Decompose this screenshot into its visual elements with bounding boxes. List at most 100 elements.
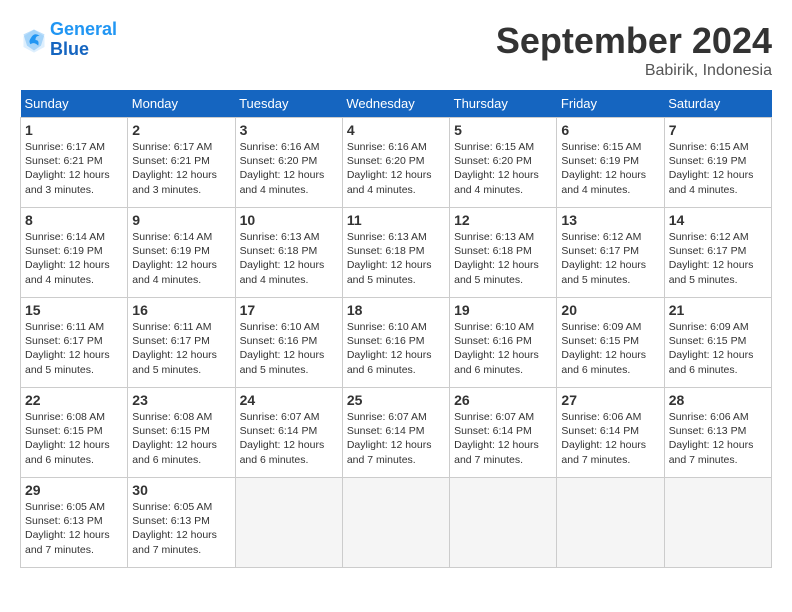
table-row: 16 Sunrise: 6:11 AM Sunset: 6:17 PM Dayl… [128, 298, 235, 388]
day-detail: Sunrise: 6:17 AM Sunset: 6:21 PM Dayligh… [132, 140, 230, 197]
day-detail: Sunrise: 6:16 AM Sunset: 6:20 PM Dayligh… [347, 140, 445, 197]
day-detail: Sunrise: 6:16 AM Sunset: 6:20 PM Dayligh… [240, 140, 338, 197]
day-number: 30 [132, 482, 230, 498]
day-number: 28 [669, 392, 767, 408]
day-detail: Sunrise: 6:07 AM Sunset: 6:14 PM Dayligh… [240, 410, 338, 467]
day-number: 5 [454, 122, 552, 138]
calendar-header-row: Sunday Monday Tuesday Wednesday Thursday… [21, 90, 772, 118]
day-detail: Sunrise: 6:07 AM Sunset: 6:14 PM Dayligh… [347, 410, 445, 467]
col-wednesday: Wednesday [342, 90, 449, 118]
month-title: September 2024 [496, 20, 772, 62]
day-number: 21 [669, 302, 767, 318]
day-detail: Sunrise: 6:06 AM Sunset: 6:14 PM Dayligh… [561, 410, 659, 467]
day-detail: Sunrise: 6:11 AM Sunset: 6:17 PM Dayligh… [132, 320, 230, 377]
day-number: 20 [561, 302, 659, 318]
table-row: 9 Sunrise: 6:14 AM Sunset: 6:19 PM Dayli… [128, 208, 235, 298]
day-detail: Sunrise: 6:17 AM Sunset: 6:21 PM Dayligh… [25, 140, 123, 197]
table-row [342, 478, 449, 568]
day-number: 3 [240, 122, 338, 138]
day-number: 11 [347, 212, 445, 228]
day-detail: Sunrise: 6:12 AM Sunset: 6:17 PM Dayligh… [669, 230, 767, 287]
table-row: 20 Sunrise: 6:09 AM Sunset: 6:15 PM Dayl… [557, 298, 664, 388]
table-row: 27 Sunrise: 6:06 AM Sunset: 6:14 PM Dayl… [557, 388, 664, 478]
table-row: 18 Sunrise: 6:10 AM Sunset: 6:16 PM Dayl… [342, 298, 449, 388]
day-number: 18 [347, 302, 445, 318]
day-detail: Sunrise: 6:06 AM Sunset: 6:13 PM Dayligh… [669, 410, 767, 467]
table-row: 3 Sunrise: 6:16 AM Sunset: 6:20 PM Dayli… [235, 118, 342, 208]
table-row: 2 Sunrise: 6:17 AM Sunset: 6:21 PM Dayli… [128, 118, 235, 208]
table-row: 10 Sunrise: 6:13 AM Sunset: 6:18 PM Dayl… [235, 208, 342, 298]
col-monday: Monday [128, 90, 235, 118]
day-detail: Sunrise: 6:15 AM Sunset: 6:20 PM Dayligh… [454, 140, 552, 197]
day-number: 15 [25, 302, 123, 318]
table-row: 4 Sunrise: 6:16 AM Sunset: 6:20 PM Dayli… [342, 118, 449, 208]
col-thursday: Thursday [450, 90, 557, 118]
day-number: 6 [561, 122, 659, 138]
logo: General Blue [20, 20, 117, 60]
day-number: 27 [561, 392, 659, 408]
day-detail: Sunrise: 6:15 AM Sunset: 6:19 PM Dayligh… [669, 140, 767, 197]
day-number: 12 [454, 212, 552, 228]
day-number: 9 [132, 212, 230, 228]
col-saturday: Saturday [664, 90, 771, 118]
table-row: 13 Sunrise: 6:12 AM Sunset: 6:17 PM Dayl… [557, 208, 664, 298]
day-number: 14 [669, 212, 767, 228]
day-detail: Sunrise: 6:15 AM Sunset: 6:19 PM Dayligh… [561, 140, 659, 197]
day-detail: Sunrise: 6:10 AM Sunset: 6:16 PM Dayligh… [240, 320, 338, 377]
day-detail: Sunrise: 6:09 AM Sunset: 6:15 PM Dayligh… [561, 320, 659, 377]
day-detail: Sunrise: 6:08 AM Sunset: 6:15 PM Dayligh… [132, 410, 230, 467]
table-row: 26 Sunrise: 6:07 AM Sunset: 6:14 PM Dayl… [450, 388, 557, 478]
calendar-week-row: 15 Sunrise: 6:11 AM Sunset: 6:17 PM Dayl… [21, 298, 772, 388]
table-row [235, 478, 342, 568]
page-header: General Blue September 2024 Babirik, Ind… [20, 20, 772, 80]
col-friday: Friday [557, 90, 664, 118]
day-detail: Sunrise: 6:12 AM Sunset: 6:17 PM Dayligh… [561, 230, 659, 287]
day-number: 13 [561, 212, 659, 228]
table-row: 19 Sunrise: 6:10 AM Sunset: 6:16 PM Dayl… [450, 298, 557, 388]
table-row: 6 Sunrise: 6:15 AM Sunset: 6:19 PM Dayli… [557, 118, 664, 208]
title-block: September 2024 Babirik, Indonesia [496, 20, 772, 80]
calendar-week-row: 22 Sunrise: 6:08 AM Sunset: 6:15 PM Dayl… [21, 388, 772, 478]
table-row: 8 Sunrise: 6:14 AM Sunset: 6:19 PM Dayli… [21, 208, 128, 298]
day-detail: Sunrise: 6:14 AM Sunset: 6:19 PM Dayligh… [25, 230, 123, 287]
day-detail: Sunrise: 6:05 AM Sunset: 6:13 PM Dayligh… [132, 500, 230, 557]
day-detail: Sunrise: 6:13 AM Sunset: 6:18 PM Dayligh… [240, 230, 338, 287]
table-row: 28 Sunrise: 6:06 AM Sunset: 6:13 PM Dayl… [664, 388, 771, 478]
day-number: 2 [132, 122, 230, 138]
col-sunday: Sunday [21, 90, 128, 118]
calendar-body: 1 Sunrise: 6:17 AM Sunset: 6:21 PM Dayli… [21, 118, 772, 568]
day-detail: Sunrise: 6:11 AM Sunset: 6:17 PM Dayligh… [25, 320, 123, 377]
day-number: 26 [454, 392, 552, 408]
day-number: 10 [240, 212, 338, 228]
table-row: 29 Sunrise: 6:05 AM Sunset: 6:13 PM Dayl… [21, 478, 128, 568]
table-row: 24 Sunrise: 6:07 AM Sunset: 6:14 PM Dayl… [235, 388, 342, 478]
table-row: 17 Sunrise: 6:10 AM Sunset: 6:16 PM Dayl… [235, 298, 342, 388]
day-detail: Sunrise: 6:08 AM Sunset: 6:15 PM Dayligh… [25, 410, 123, 467]
table-row [664, 478, 771, 568]
calendar-week-row: 1 Sunrise: 6:17 AM Sunset: 6:21 PM Dayli… [21, 118, 772, 208]
day-number: 25 [347, 392, 445, 408]
day-detail: Sunrise: 6:14 AM Sunset: 6:19 PM Dayligh… [132, 230, 230, 287]
col-tuesday: Tuesday [235, 90, 342, 118]
logo-text: General Blue [50, 20, 117, 60]
day-number: 24 [240, 392, 338, 408]
day-number: 17 [240, 302, 338, 318]
table-row: 1 Sunrise: 6:17 AM Sunset: 6:21 PM Dayli… [21, 118, 128, 208]
day-detail: Sunrise: 6:10 AM Sunset: 6:16 PM Dayligh… [454, 320, 552, 377]
day-number: 29 [25, 482, 123, 498]
day-detail: Sunrise: 6:10 AM Sunset: 6:16 PM Dayligh… [347, 320, 445, 377]
calendar-table: Sunday Monday Tuesday Wednesday Thursday… [20, 90, 772, 568]
table-row: 12 Sunrise: 6:13 AM Sunset: 6:18 PM Dayl… [450, 208, 557, 298]
table-row: 5 Sunrise: 6:15 AM Sunset: 6:20 PM Dayli… [450, 118, 557, 208]
table-row: 23 Sunrise: 6:08 AM Sunset: 6:15 PM Dayl… [128, 388, 235, 478]
calendar-week-row: 29 Sunrise: 6:05 AM Sunset: 6:13 PM Dayl… [21, 478, 772, 568]
day-detail: Sunrise: 6:09 AM Sunset: 6:15 PM Dayligh… [669, 320, 767, 377]
calendar-week-row: 8 Sunrise: 6:14 AM Sunset: 6:19 PM Dayli… [21, 208, 772, 298]
day-number: 19 [454, 302, 552, 318]
day-number: 23 [132, 392, 230, 408]
table-row: 11 Sunrise: 6:13 AM Sunset: 6:18 PM Dayl… [342, 208, 449, 298]
day-number: 4 [347, 122, 445, 138]
table-row: 30 Sunrise: 6:05 AM Sunset: 6:13 PM Dayl… [128, 478, 235, 568]
table-row: 21 Sunrise: 6:09 AM Sunset: 6:15 PM Dayl… [664, 298, 771, 388]
day-number: 7 [669, 122, 767, 138]
